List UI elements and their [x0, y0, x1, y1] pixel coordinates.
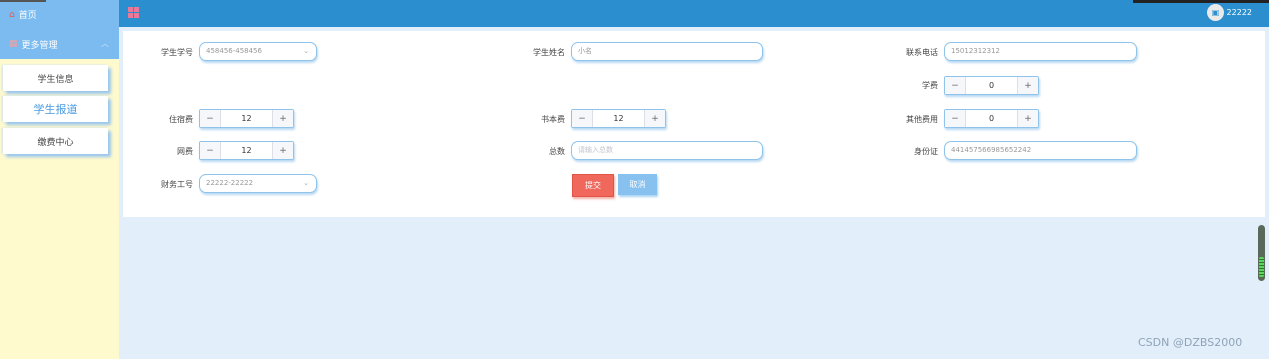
minus-icon[interactable]: −: [200, 142, 221, 159]
finance-id-label: 财务工号: [161, 180, 193, 189]
sidebar-item-student-info[interactable]: 学生信息: [3, 65, 108, 91]
student-name-input[interactable]: 小名: [571, 42, 763, 61]
sidebar-item-label: 学生信息: [37, 74, 74, 85]
phone-input[interactable]: 15012312312: [944, 42, 1137, 61]
id-card-input[interactable]: 441457566985652242: [944, 141, 1137, 160]
chevron-down-icon: ⌄: [303, 47, 309, 55]
total-label: 总数: [549, 147, 565, 156]
student-id-label: 学生学号: [161, 48, 193, 57]
id-card-value: 441457566985652242: [951, 146, 1032, 154]
student-name-value: 小名: [578, 47, 592, 55]
watermark: CSDN @DZBS2000: [1138, 336, 1243, 349]
network-fee-value[interactable]: 12: [221, 142, 272, 159]
tuition-label: 学费: [922, 81, 938, 90]
chevron-down-icon: ⌄: [303, 179, 309, 187]
minus-icon[interactable]: −: [572, 110, 593, 127]
sidebar-item-home[interactable]: ⌂ 首页: [0, 0, 119, 29]
book-fee-stepper[interactable]: − 12 +: [571, 109, 666, 128]
lodging-fee-label: 住宿费: [169, 115, 193, 124]
menu-toggle-icon[interactable]: [128, 7, 139, 18]
plus-icon[interactable]: +: [272, 142, 293, 159]
sidebar-item-more-management[interactable]: ▦ 更多管理 ︿: [0, 29, 119, 59]
sidebar-item-label: 缴费中心: [37, 137, 74, 148]
lodging-fee-stepper[interactable]: − 12 +: [199, 109, 294, 128]
network-fee-stepper[interactable]: − 12 +: [199, 141, 294, 160]
sidebar-top-line: [0, 0, 46, 2]
tuition-stepper[interactable]: − 0 +: [944, 76, 1039, 95]
plus-icon[interactable]: +: [272, 110, 293, 127]
phone-label: 联系电话: [906, 48, 938, 57]
tuition-value[interactable]: 0: [966, 77, 1017, 94]
student-name-label: 学生姓名: [533, 48, 565, 57]
sidebar-item-label: 学生报道: [33, 103, 78, 116]
finance-id-value: 22222-22222: [206, 179, 254, 187]
other-fee-label: 其他费用: [906, 115, 938, 124]
plus-icon[interactable]: +: [1017, 77, 1038, 94]
id-card-label: 身份证: [914, 147, 938, 156]
avatar[interactable]: ▣: [1207, 4, 1224, 21]
sidebar-item-label: 更多管理: [21, 40, 58, 51]
student-id-value: 458456-458456: [206, 47, 262, 55]
plus-icon[interactable]: +: [644, 110, 665, 127]
book-fee-label: 书本费: [541, 115, 565, 124]
cancel-button[interactable]: 取消: [618, 174, 657, 195]
form-card: 学生学号 458456-458456 ⌄ 学生姓名 小名 联系电话 150123…: [123, 31, 1265, 217]
other-fee-value[interactable]: 0: [966, 110, 1017, 127]
total-input[interactable]: 请输入总数: [571, 141, 763, 160]
lodging-fee-value[interactable]: 12: [221, 110, 272, 127]
total-placeholder: 请输入总数: [578, 146, 613, 154]
header-top-bar: [1133, 0, 1269, 3]
submit-button[interactable]: 提交: [572, 174, 614, 197]
sidebar-item-label: 首页: [18, 11, 37, 21]
minus-icon[interactable]: −: [945, 110, 966, 127]
home-icon: ⌂: [9, 9, 15, 20]
book-fee-value[interactable]: 12: [593, 110, 644, 127]
other-fee-stepper[interactable]: − 0 +: [944, 109, 1039, 128]
grid-icon: ▦: [9, 39, 18, 49]
plus-icon[interactable]: +: [1017, 110, 1038, 127]
scroll-indicator[interactable]: [1258, 225, 1265, 281]
phone-value: 15012312312: [951, 47, 1000, 55]
sidebar-item-payment-center[interactable]: 缴费中心: [3, 128, 108, 154]
chevron-up-icon: ︿: [101, 39, 109, 48]
finance-id-select[interactable]: 22222-22222 ⌄: [199, 174, 317, 193]
sidebar-item-student-report[interactable]: 学生报道: [3, 96, 108, 122]
minus-icon[interactable]: −: [200, 110, 221, 127]
username: 22222: [1226, 8, 1252, 17]
network-fee-label: 网费: [177, 147, 193, 156]
student-id-select[interactable]: 458456-458456 ⌄: [199, 42, 317, 61]
sidebar: ⌂ 首页 ▦ 更多管理 ︿ 学生信息 学生报道 缴费中心: [0, 0, 119, 359]
top-header: ▣ 22222: [119, 0, 1269, 27]
minus-icon[interactable]: −: [945, 77, 966, 94]
